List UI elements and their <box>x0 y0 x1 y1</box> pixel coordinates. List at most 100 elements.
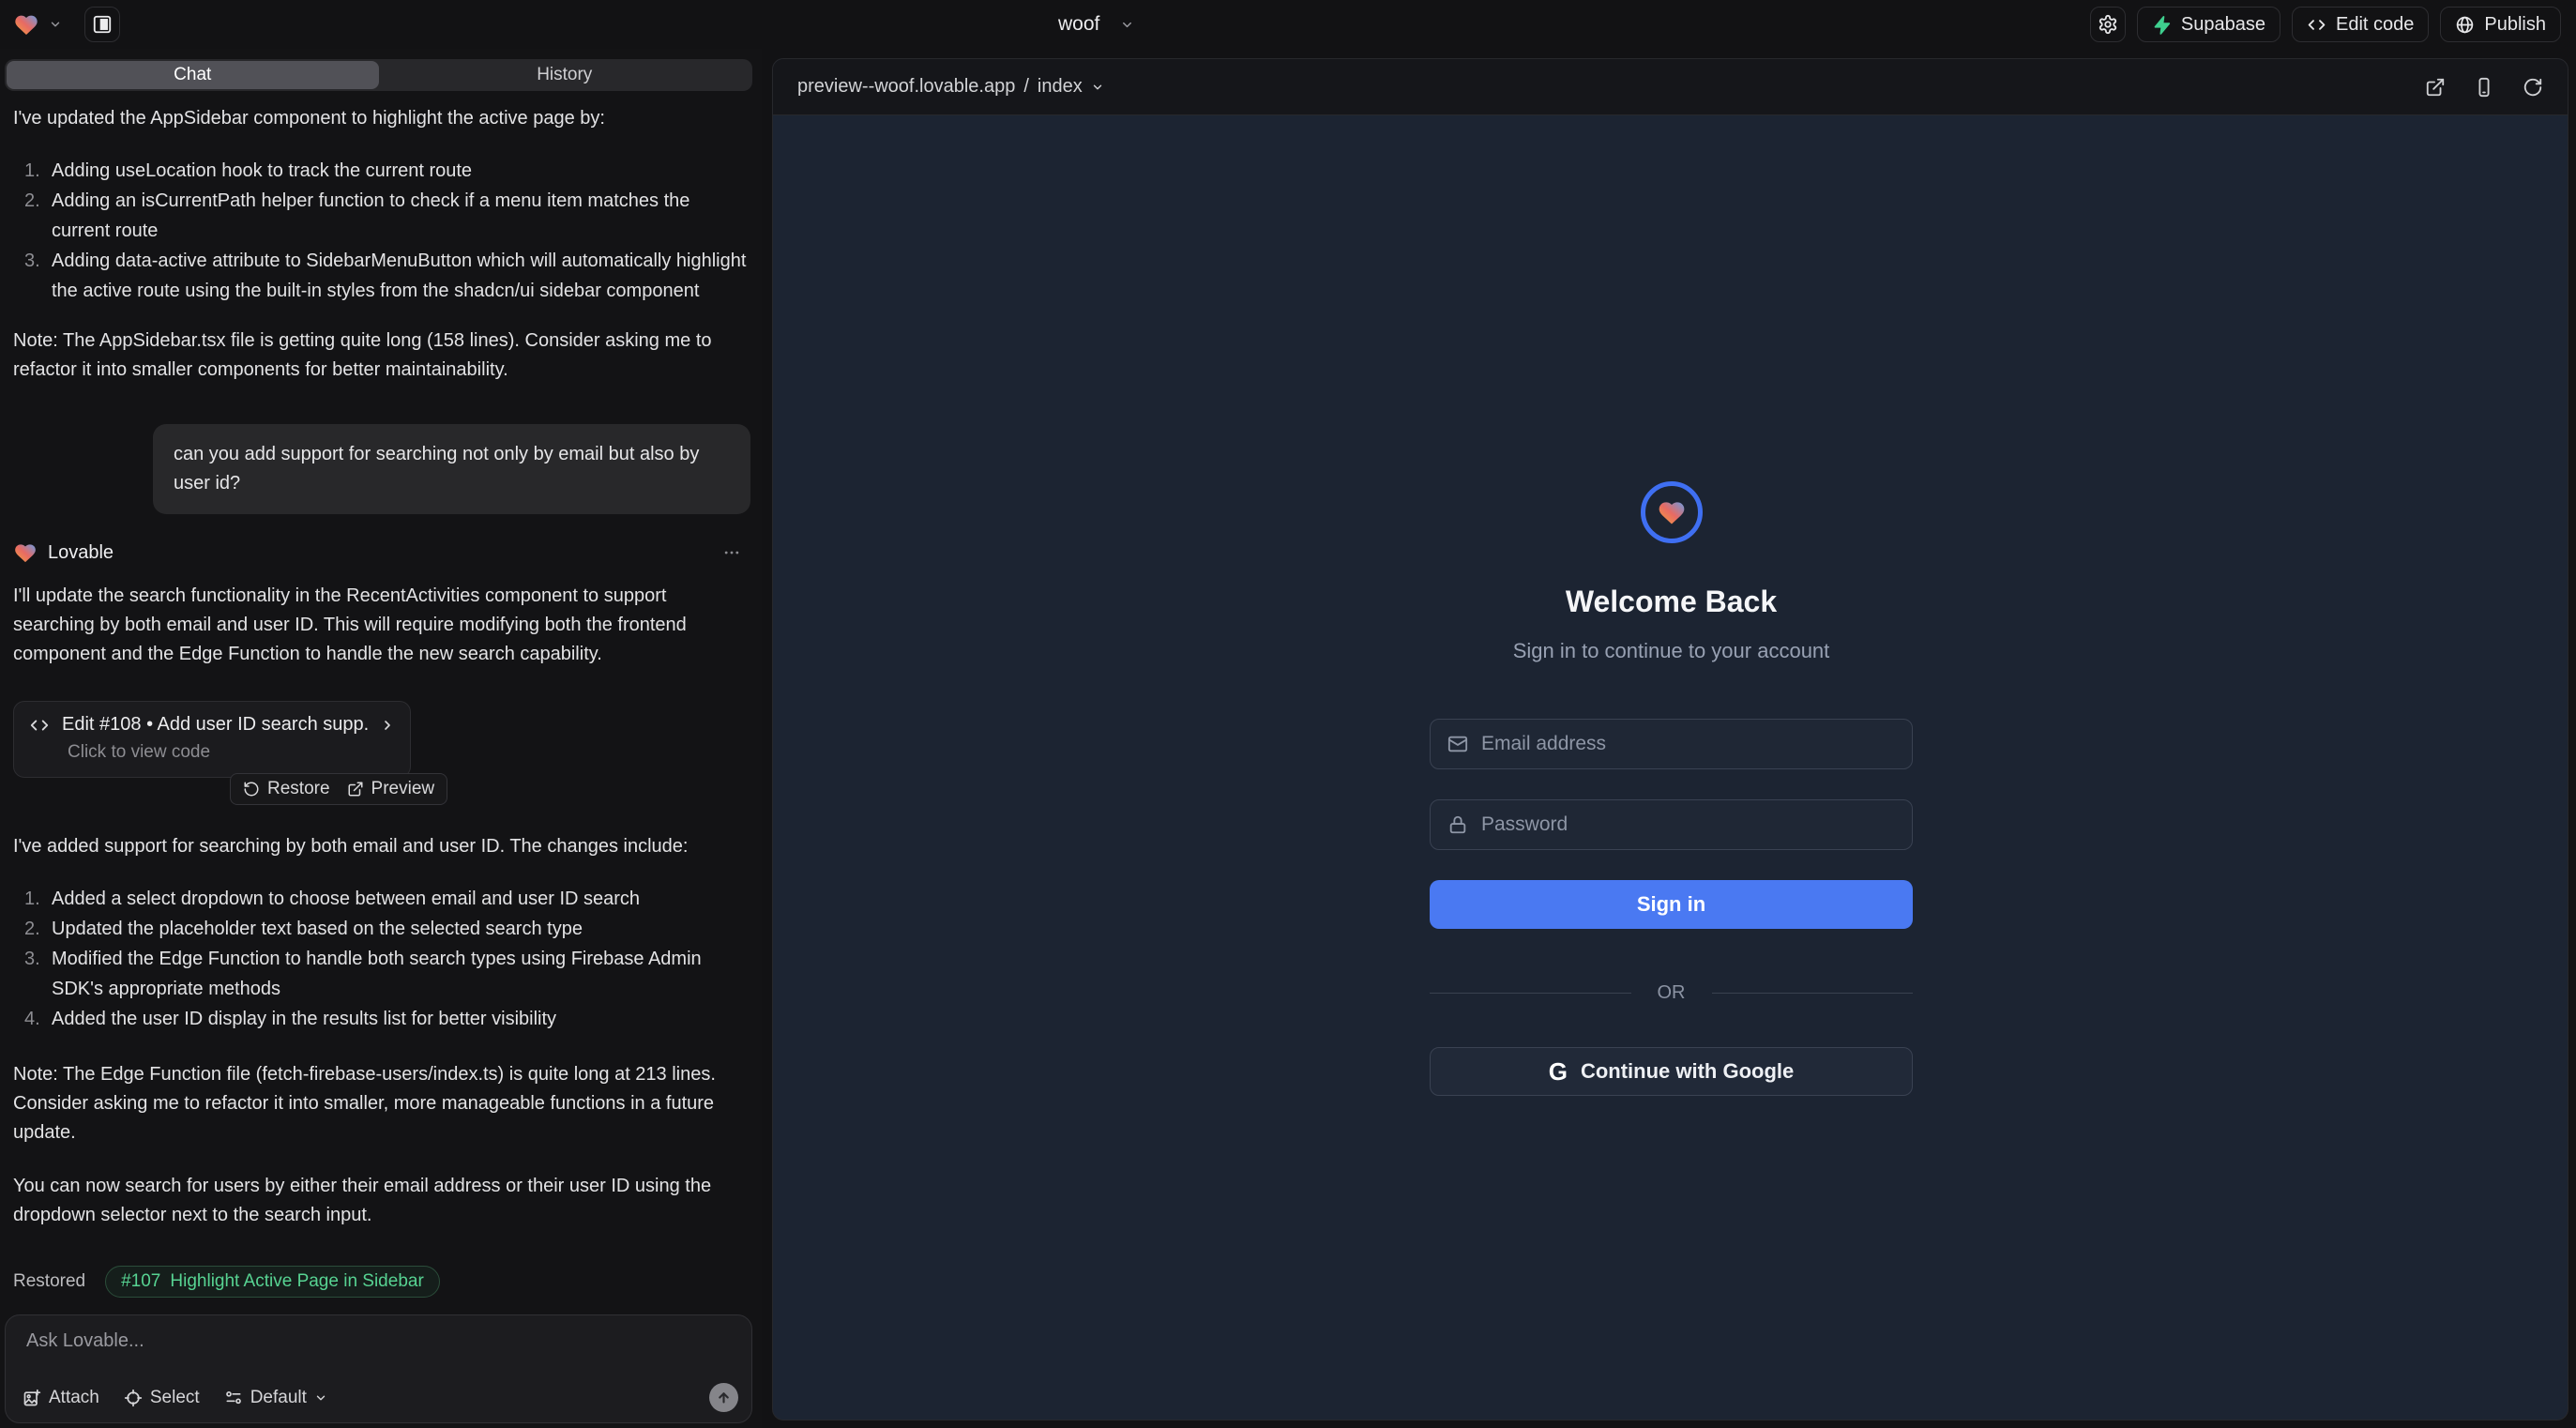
open-in-new-tab-icon[interactable] <box>2425 77 2446 98</box>
lovable-heart-logo-icon[interactable] <box>13 11 39 38</box>
signin-card: Welcome Back Sign in to continue to your… <box>1430 481 1913 1096</box>
code-icon <box>29 715 50 736</box>
list-item: Added a select dropdown to choose betwee… <box>13 884 750 914</box>
code-icon <box>2307 15 2326 35</box>
project-name: woof <box>1058 13 1099 36</box>
version-title: Highlight Active Page in Sidebar <box>170 1271 423 1292</box>
supabase-button[interactable]: Supabase <box>2137 7 2281 42</box>
preview-button[interactable]: Preview <box>347 779 435 799</box>
chat-panel: Chat History I've updated the AppSidebar… <box>0 49 762 1428</box>
email-field[interactable] <box>1430 719 1913 769</box>
list-item: Adding data-active attribute to SidebarM… <box>13 246 750 306</box>
google-button-label: Continue with Google <box>1581 1059 1794 1084</box>
preview-panel: preview--woof.lovable.app / index Wel <box>772 58 2568 1420</box>
arrow-up-icon <box>716 1390 732 1405</box>
chevron-down-icon <box>1120 18 1134 32</box>
restored-version-badge[interactable]: #107 Highlight Active Page in Sidebar <box>105 1266 440 1298</box>
refresh-icon[interactable] <box>2523 77 2543 98</box>
assistant-header: Lovable <box>13 540 750 565</box>
chat-input[interactable] <box>26 1330 731 1374</box>
select-label: Select <box>150 1388 200 1408</box>
assistant-name: Lovable <box>48 542 114 564</box>
lock-icon <box>1447 814 1468 835</box>
crosshair-icon <box>124 1389 143 1407</box>
url-page: index <box>1038 76 1083 98</box>
restored-row: Restored #107 Highlight Active Page in S… <box>13 1266 750 1298</box>
lovable-heart-avatar-icon <box>13 540 38 565</box>
list-item: Modified the Edge Function to handle bot… <box>13 944 750 1004</box>
or-divider: OR <box>1430 982 1913 1004</box>
version-number: #107 <box>121 1271 160 1292</box>
publish-button[interactable]: Publish <box>2440 7 2561 42</box>
chevron-right-icon <box>380 718 395 733</box>
chevron-down-icon <box>314 1391 327 1405</box>
mail-icon <box>1447 734 1468 754</box>
settings-button[interactable] <box>2090 7 2126 42</box>
external-link-icon <box>347 781 364 798</box>
edit-card-subtitle: Click to view code <box>68 742 395 763</box>
google-signin-button[interactable]: G Continue with Google <box>1430 1047 1913 1096</box>
more-options-icon[interactable] <box>722 543 750 562</box>
assistant-note: Note: The AppSidebar.tsx file is getting… <box>13 327 750 385</box>
attach-button[interactable]: Attach <box>23 1388 99 1408</box>
chat-history-tabs: Chat History <box>5 59 752 91</box>
sliders-icon <box>224 1389 243 1407</box>
assistant-paragraph: I'll update the search functionality in … <box>13 582 750 669</box>
restored-label: Restored <box>13 1271 85 1292</box>
publish-label: Publish <box>2484 14 2546 36</box>
heart-icon <box>1657 497 1687 527</box>
url-separator: / <box>1023 76 1029 98</box>
top-bar: woof Supabase Edit code Publish <box>0 0 2576 49</box>
restore-label: Restore <box>267 779 330 799</box>
or-label: OR <box>1658 982 1686 1004</box>
composer: Attach Select Default <box>5 1314 752 1423</box>
chevron-down-icon[interactable] <box>49 18 62 31</box>
user-message-bubble: can you add support for searching not on… <box>153 424 750 514</box>
mobile-view-icon[interactable] <box>2474 77 2494 98</box>
url-host: preview--woof.lovable.app <box>797 76 1015 98</box>
list-item: Added the user ID display in the results… <box>13 1004 750 1034</box>
panel-left-icon <box>92 14 113 35</box>
preview-label: Preview <box>371 779 435 799</box>
password-input[interactable] <box>1481 813 1895 836</box>
tab-chat[interactable]: Chat <box>7 61 379 89</box>
assistant-note: Note: The Edge Function file (fetch-fire… <box>13 1060 750 1147</box>
supabase-icon <box>2152 15 2172 35</box>
chevron-down-icon <box>1091 81 1104 94</box>
preview-browser-bar: preview--woof.lovable.app / index <box>773 59 2568 115</box>
edit-code-button[interactable]: Edit code <box>2292 7 2429 42</box>
mode-label: Default <box>250 1388 307 1408</box>
gear-icon <box>2098 14 2118 35</box>
assistant-paragraph: I've updated the AppSidebar component to… <box>13 104 750 133</box>
list-item: Updated the placeholder text based on th… <box>13 914 750 944</box>
edit-version-card[interactable]: Edit #108 • Add user ID search supp... C… <box>13 701 411 778</box>
sidebar-toggle-button[interactable] <box>84 7 120 42</box>
attach-label: Attach <box>49 1388 99 1408</box>
password-field[interactable] <box>1430 799 1913 850</box>
image-plus-icon <box>23 1389 41 1407</box>
list-item: Adding an isCurrentPath helper function … <box>13 186 750 246</box>
signin-subtitle: Sign in to continue to your account <box>1513 639 1830 663</box>
assistant-paragraph: You can now search for users by either t… <box>13 1172 750 1230</box>
app-logo <box>1641 481 1703 543</box>
email-input[interactable] <box>1481 733 1895 755</box>
supabase-label: Supabase <box>2181 14 2265 36</box>
edit-code-label: Edit code <box>2336 14 2414 36</box>
project-switcher[interactable]: woof <box>1058 0 1134 49</box>
version-actions: Restore Preview <box>230 773 447 805</box>
edit-card-title: Edit #108 • Add user ID search supp... <box>62 714 368 736</box>
chat-scroll-area[interactable]: I've updated the AppSidebar component to… <box>0 91 762 1314</box>
signin-button[interactable]: Sign in <box>1430 880 1913 929</box>
assistant-list: Adding useLocation hook to track the cur… <box>13 156 750 306</box>
mode-selector[interactable]: Default <box>224 1388 327 1408</box>
globe-icon <box>2455 15 2475 35</box>
google-icon: G <box>1549 1057 1568 1086</box>
send-button[interactable] <box>709 1383 738 1412</box>
list-item: Adding useLocation hook to track the cur… <box>13 156 750 186</box>
restore-icon <box>243 781 260 798</box>
select-button[interactable]: Select <box>124 1388 200 1408</box>
restore-button[interactable]: Restore <box>243 779 330 799</box>
assistant-paragraph: I've added support for searching by both… <box>13 832 750 861</box>
tab-history[interactable]: History <box>379 61 751 89</box>
preview-url[interactable]: preview--woof.lovable.app / index <box>797 76 1104 98</box>
